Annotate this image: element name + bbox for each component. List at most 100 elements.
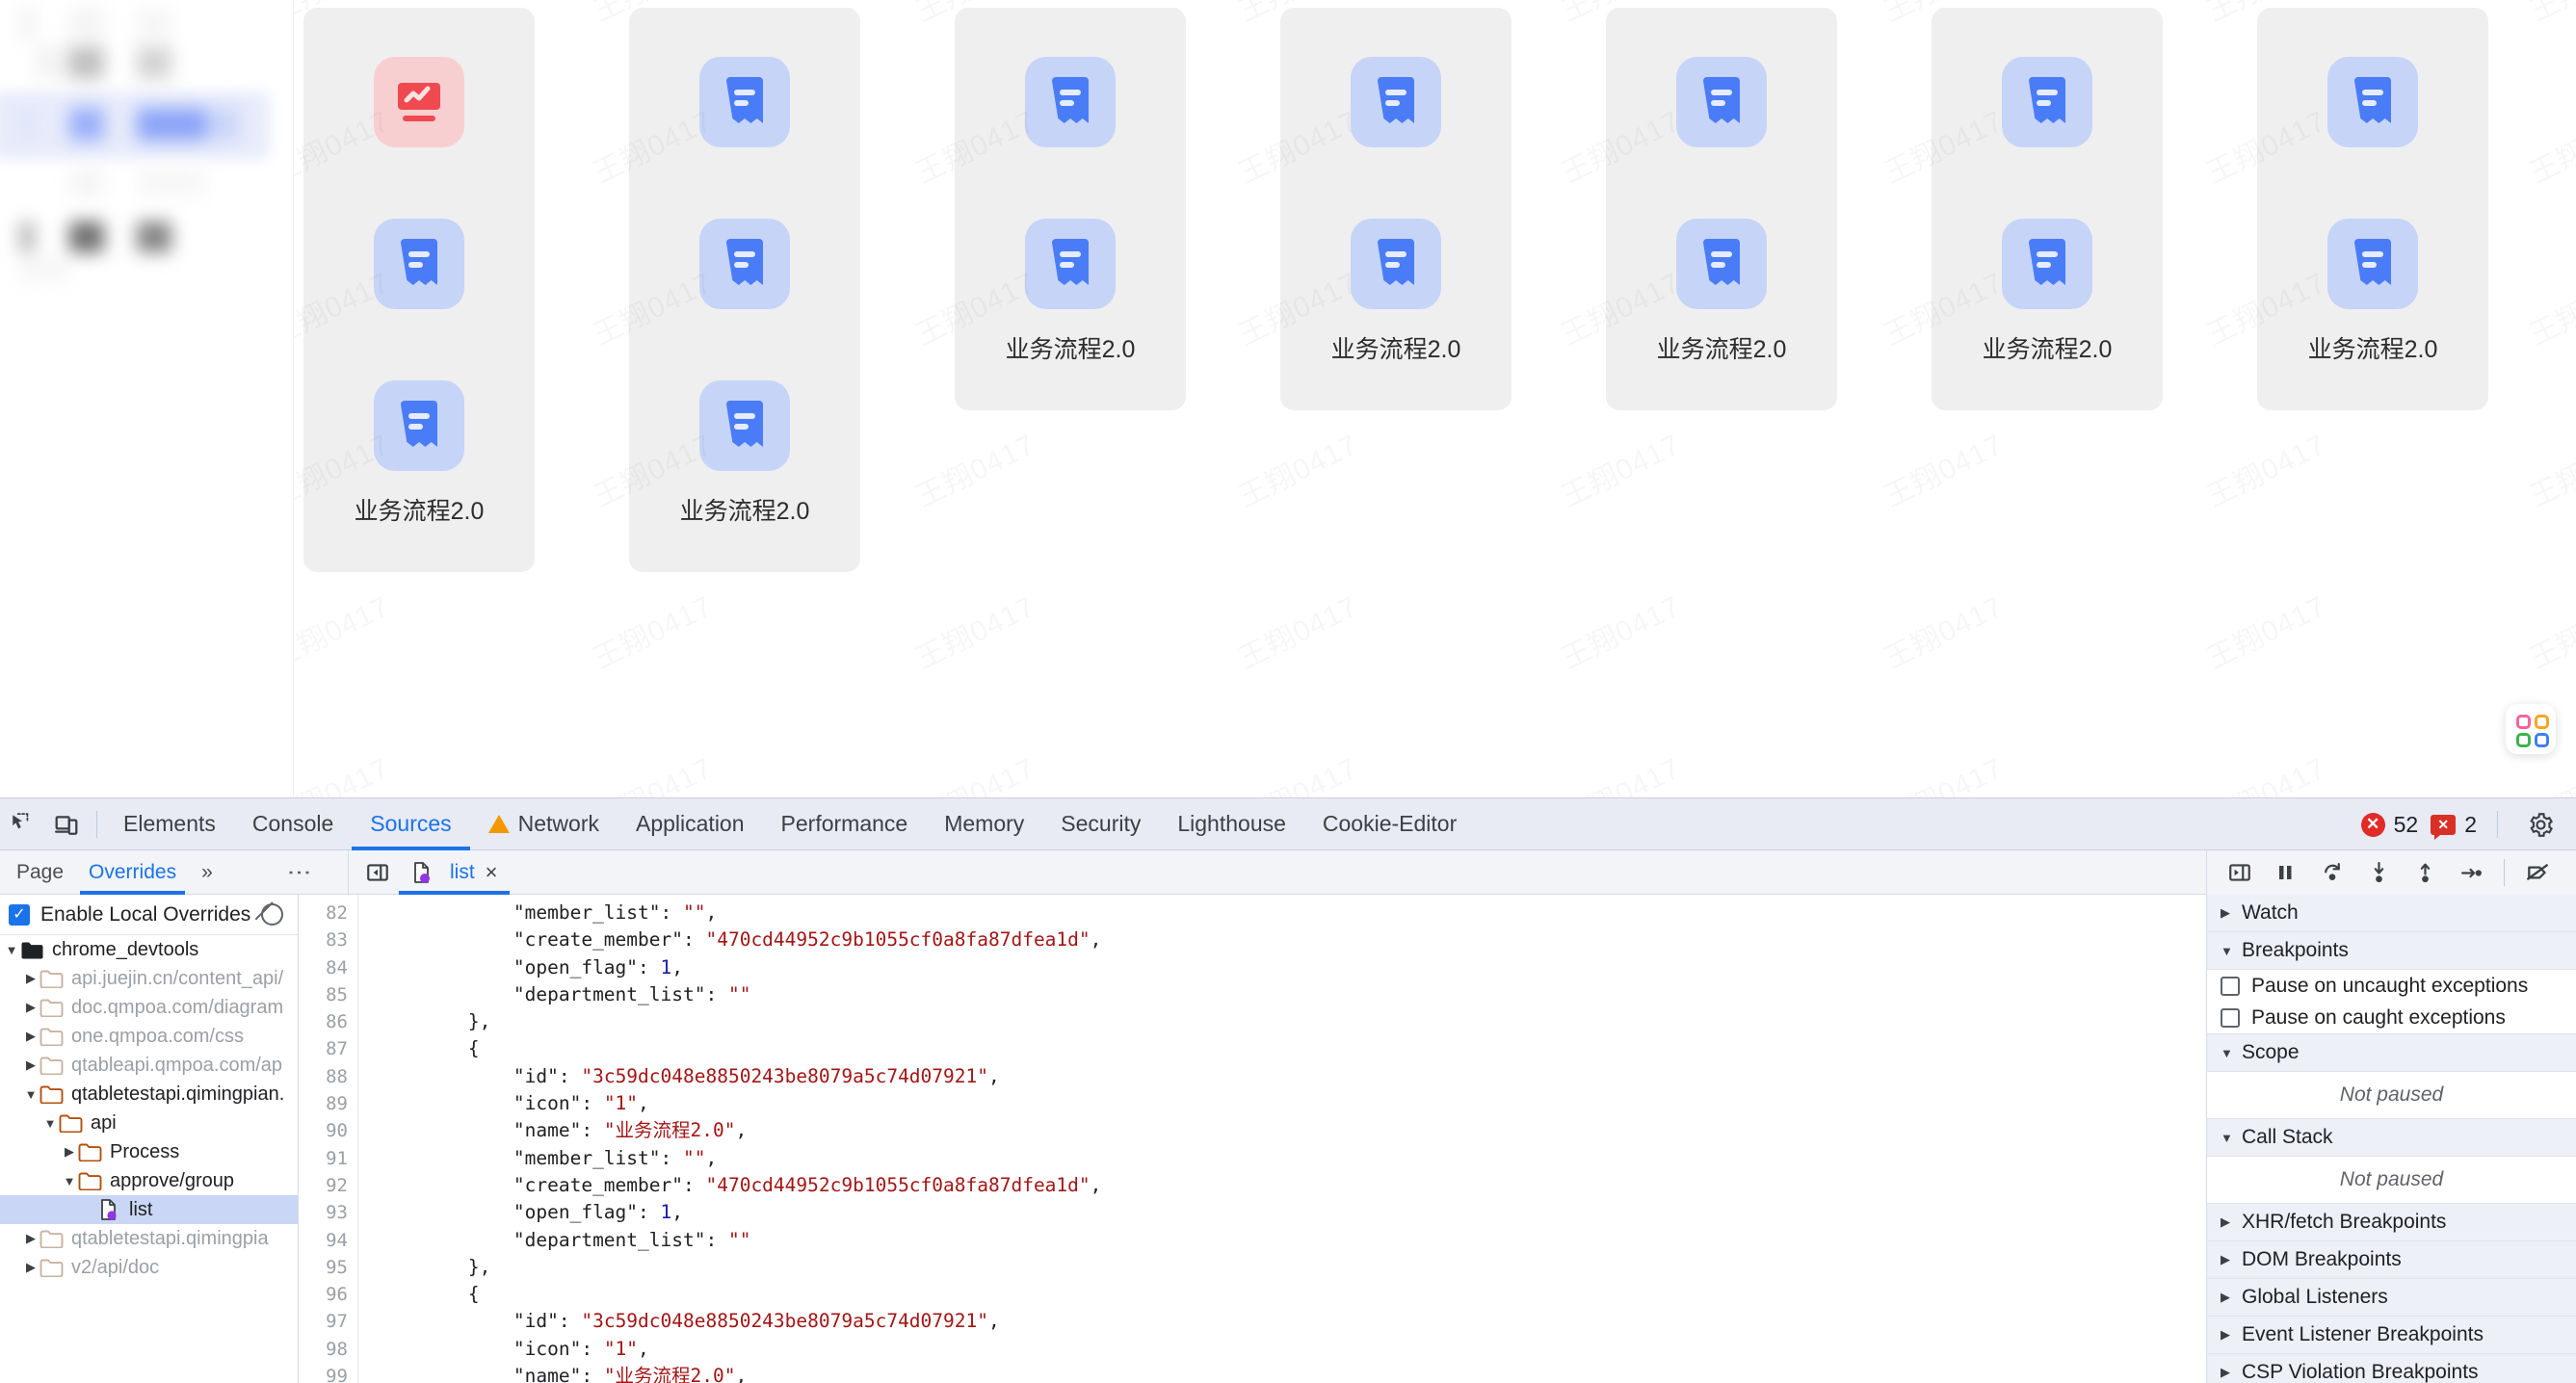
show-debugger-sidebar-icon[interactable]	[2219, 853, 2261, 892]
device-toolbar-icon[interactable]	[44, 802, 89, 847]
code-line[interactable]: {	[378, 1035, 2206, 1062]
code-line[interactable]: "icon": "1",	[378, 1336, 2206, 1363]
tab-security[interactable]: Security	[1042, 798, 1159, 850]
chevron-down-icon[interactable]: ▼	[61, 1174, 78, 1188]
code-line[interactable]: "member_list": "",	[378, 900, 2206, 926]
tree-item-one-qmpoa-com-css[interactable]: ▶ one.qmpoa.com/css	[0, 1022, 298, 1051]
warning-count-badge[interactable]: ✕ 2	[2431, 812, 2477, 840]
tree-item-qtabletestapi-qimingpian[interactable]: ▼ qtabletestapi.qimingpian.	[0, 1080, 298, 1109]
deactivate-breakpoints-icon[interactable]	[2516, 853, 2559, 892]
enable-local-overrides-checkbox[interactable]: ✓	[9, 903, 30, 926]
tree-item-api[interactable]: ▼ api	[0, 1109, 298, 1137]
tree-item-doc-qmpoa-com-diagram[interactable]: ▶ doc.qmpoa.com/diagram	[0, 993, 298, 1022]
code-line[interactable]: "create_member": "470cd44952c9b1055cf0a8…	[378, 926, 2206, 953]
pause-caught-checkbox[interactable]	[2221, 1007, 2240, 1028]
chevron-right-icon[interactable]: ▶	[61, 1144, 78, 1160]
pause-on-caught-exceptions-row[interactable]: Pause on caught exceptions	[2207, 1002, 2576, 1033]
debugger-section-call-stack[interactable]: ▼ Call Stack	[2207, 1119, 2576, 1157]
pause-on-uncaught-exceptions-row[interactable]: Pause on uncaught exceptions	[2207, 970, 2576, 1002]
step-over-icon[interactable]	[2311, 853, 2353, 892]
app-card[interactable]: 业务流程2.0	[629, 331, 860, 572]
step-icon[interactable]	[2450, 853, 2492, 892]
tree-item-qtabletestapi-qimingpia[interactable]: ▶ qtabletestapi.qimingpia	[0, 1224, 298, 1253]
debugger-section-watch[interactable]: ▶ Watch	[2207, 895, 2576, 932]
debugger-section-event-listener-breakpoints[interactable]: ▶ Event Listener Breakpoints	[2207, 1317, 2576, 1354]
app-card[interactable]: 业务流程2.0	[1280, 170, 1511, 410]
tree-item-label: api	[91, 1111, 117, 1134]
apps-grid-widget[interactable]	[2506, 704, 2556, 754]
tree-item-chrome-devtools[interactable]: ▼ chrome_devtools	[0, 935, 298, 964]
tab-memory[interactable]: Memory	[926, 798, 1042, 850]
tree-item-approve-group[interactable]: ▼ approve/group	[0, 1166, 298, 1195]
code-line[interactable]: "name": "业务流程2.0",	[378, 1117, 2206, 1144]
tab-console[interactable]: Console	[234, 798, 352, 850]
chevron-right-icon[interactable]: ▶	[22, 971, 39, 986]
chevron-right-icon[interactable]: ▶	[22, 1000, 39, 1015]
pause-uncaught-checkbox[interactable]	[2221, 976, 2240, 996]
app-card[interactable]: 业务流程2.0	[1932, 170, 2163, 410]
app-card[interactable]: 业务流程2.0	[955, 170, 1186, 410]
chevron-right-icon[interactable]: ▶	[22, 1057, 39, 1073]
chevron-right-icon[interactable]: ▶	[22, 1029, 39, 1044]
tree-item-qtableapi-qmpoa-com-ap[interactable]: ▶ qtableapi.qmpoa.com/ap	[0, 1051, 298, 1080]
code-line[interactable]: "open_flag": 1,	[378, 1199, 2206, 1226]
navigator-tab-page[interactable]: Page	[4, 850, 76, 895]
code-content[interactable]: "member_list": "", "create_member": "470…	[358, 895, 2206, 1383]
collapse-navigator-icon[interactable]	[356, 850, 399, 895]
debugger-section-dom-breakpoints[interactable]: ▶ DOM Breakpoints	[2207, 1241, 2576, 1279]
tab-network[interactable]: Network	[470, 798, 618, 850]
enable-local-overrides-row[interactable]: ✓ Enable Local Overrides	[0, 895, 298, 935]
error-count-badge[interactable]: ✕ 52	[2360, 812, 2418, 838]
debugger-section-scope[interactable]: ▼ Scope	[2207, 1034, 2576, 1072]
chevron-down-icon[interactable]: ▼	[41, 1116, 59, 1131]
clear-configuration-icon[interactable]	[261, 903, 284, 926]
code-line[interactable]: "name": "业务流程2.0",	[378, 1363, 2206, 1383]
debugger-section-global-listeners[interactable]: ▶ Global Listeners	[2207, 1279, 2576, 1317]
navigator-tab-overrides[interactable]: Overrides	[76, 850, 189, 895]
warning-triangle-icon	[487, 815, 510, 833]
code-line[interactable]: "department_list": ""	[378, 1227, 2206, 1254]
tree-item-api-juejin-cn-content-api[interactable]: ▶ api.juejin.cn/content_api/	[0, 964, 298, 993]
source-code-editor[interactable]: 8283848586878889909192939495969798991001…	[299, 895, 2206, 1383]
app-card[interactable]: 业务流程2.0	[303, 331, 535, 572]
step-into-icon[interactable]	[2357, 853, 2400, 892]
code-line[interactable]: "id": "3c59dc048e8850243be8079a5c74d0792…	[378, 1063, 2206, 1090]
debugger-section-xhr-breakpoints[interactable]: ▶ XHR/fetch Breakpoints	[2207, 1204, 2576, 1241]
code-line[interactable]: "id": "3c59dc048e8850243be8079a5c74d0792…	[378, 1308, 2206, 1335]
app-card[interactable]: 业务流程2.0	[2257, 170, 2488, 410]
code-line[interactable]: },	[378, 1008, 2206, 1035]
gear-icon[interactable]	[2518, 802, 2563, 847]
code-line[interactable]: },	[378, 1254, 2206, 1281]
tab-sources[interactable]: Sources	[352, 798, 471, 850]
tab-elements[interactable]: Elements	[105, 798, 234, 850]
tree-item-list[interactable]: list	[0, 1195, 298, 1224]
inspect-element-icon[interactable]	[0, 802, 44, 847]
editor-file-tab-list[interactable]: list ×	[399, 850, 510, 895]
code-line[interactable]: "department_list": ""	[378, 981, 2206, 1008]
code-line[interactable]: "open_flag": 1,	[378, 954, 2206, 981]
code-line[interactable]: "create_member": "470cd44952c9b1055cf0a8…	[378, 1172, 2206, 1199]
chevron-right-icon[interactable]: ▶	[22, 1260, 39, 1275]
overrides-file-tree: ▼ chrome_devtools ▶ api.juejin.cn/content_a…	[0, 935, 298, 1282]
tab-performance[interactable]: Performance	[763, 798, 927, 850]
app-card[interactable]: 业务流程2.0	[1606, 170, 1837, 410]
navigator-tab-more[interactable]: »	[189, 850, 225, 895]
pause-script-icon[interactable]	[2265, 853, 2307, 892]
section-label: Event Listener Breakpoints	[2242, 1323, 2484, 1345]
step-out-icon[interactable]	[2404, 853, 2446, 892]
debugger-section-csp-violation-breakpoints[interactable]: ▶ CSP Violation Breakpoints	[2207, 1354, 2576, 1383]
code-line[interactable]: "member_list": "",	[378, 1145, 2206, 1172]
tab-application[interactable]: Application	[618, 798, 763, 850]
code-line[interactable]: "icon": "1",	[378, 1090, 2206, 1117]
tab-lighthouse[interactable]: Lighthouse	[1159, 798, 1304, 850]
tree-item-v2-api-doc[interactable]: ▶ v2/api/doc	[0, 1253, 298, 1282]
close-icon[interactable]: ×	[486, 860, 498, 885]
tab-cookie-editor[interactable]: Cookie-Editor	[1304, 798, 1475, 850]
tree-item-process[interactable]: ▶ Process	[0, 1137, 298, 1166]
code-line[interactable]: {	[378, 1281, 2206, 1308]
chevron-down-icon[interactable]: ▼	[3, 943, 20, 957]
debugger-section-breakpoints[interactable]: ▼ Breakpoints	[2207, 932, 2576, 970]
more-options-icon[interactable]: ⋮	[286, 860, 313, 884]
chevron-down-icon[interactable]: ▼	[22, 1087, 39, 1102]
chevron-right-icon[interactable]: ▶	[22, 1231, 39, 1246]
